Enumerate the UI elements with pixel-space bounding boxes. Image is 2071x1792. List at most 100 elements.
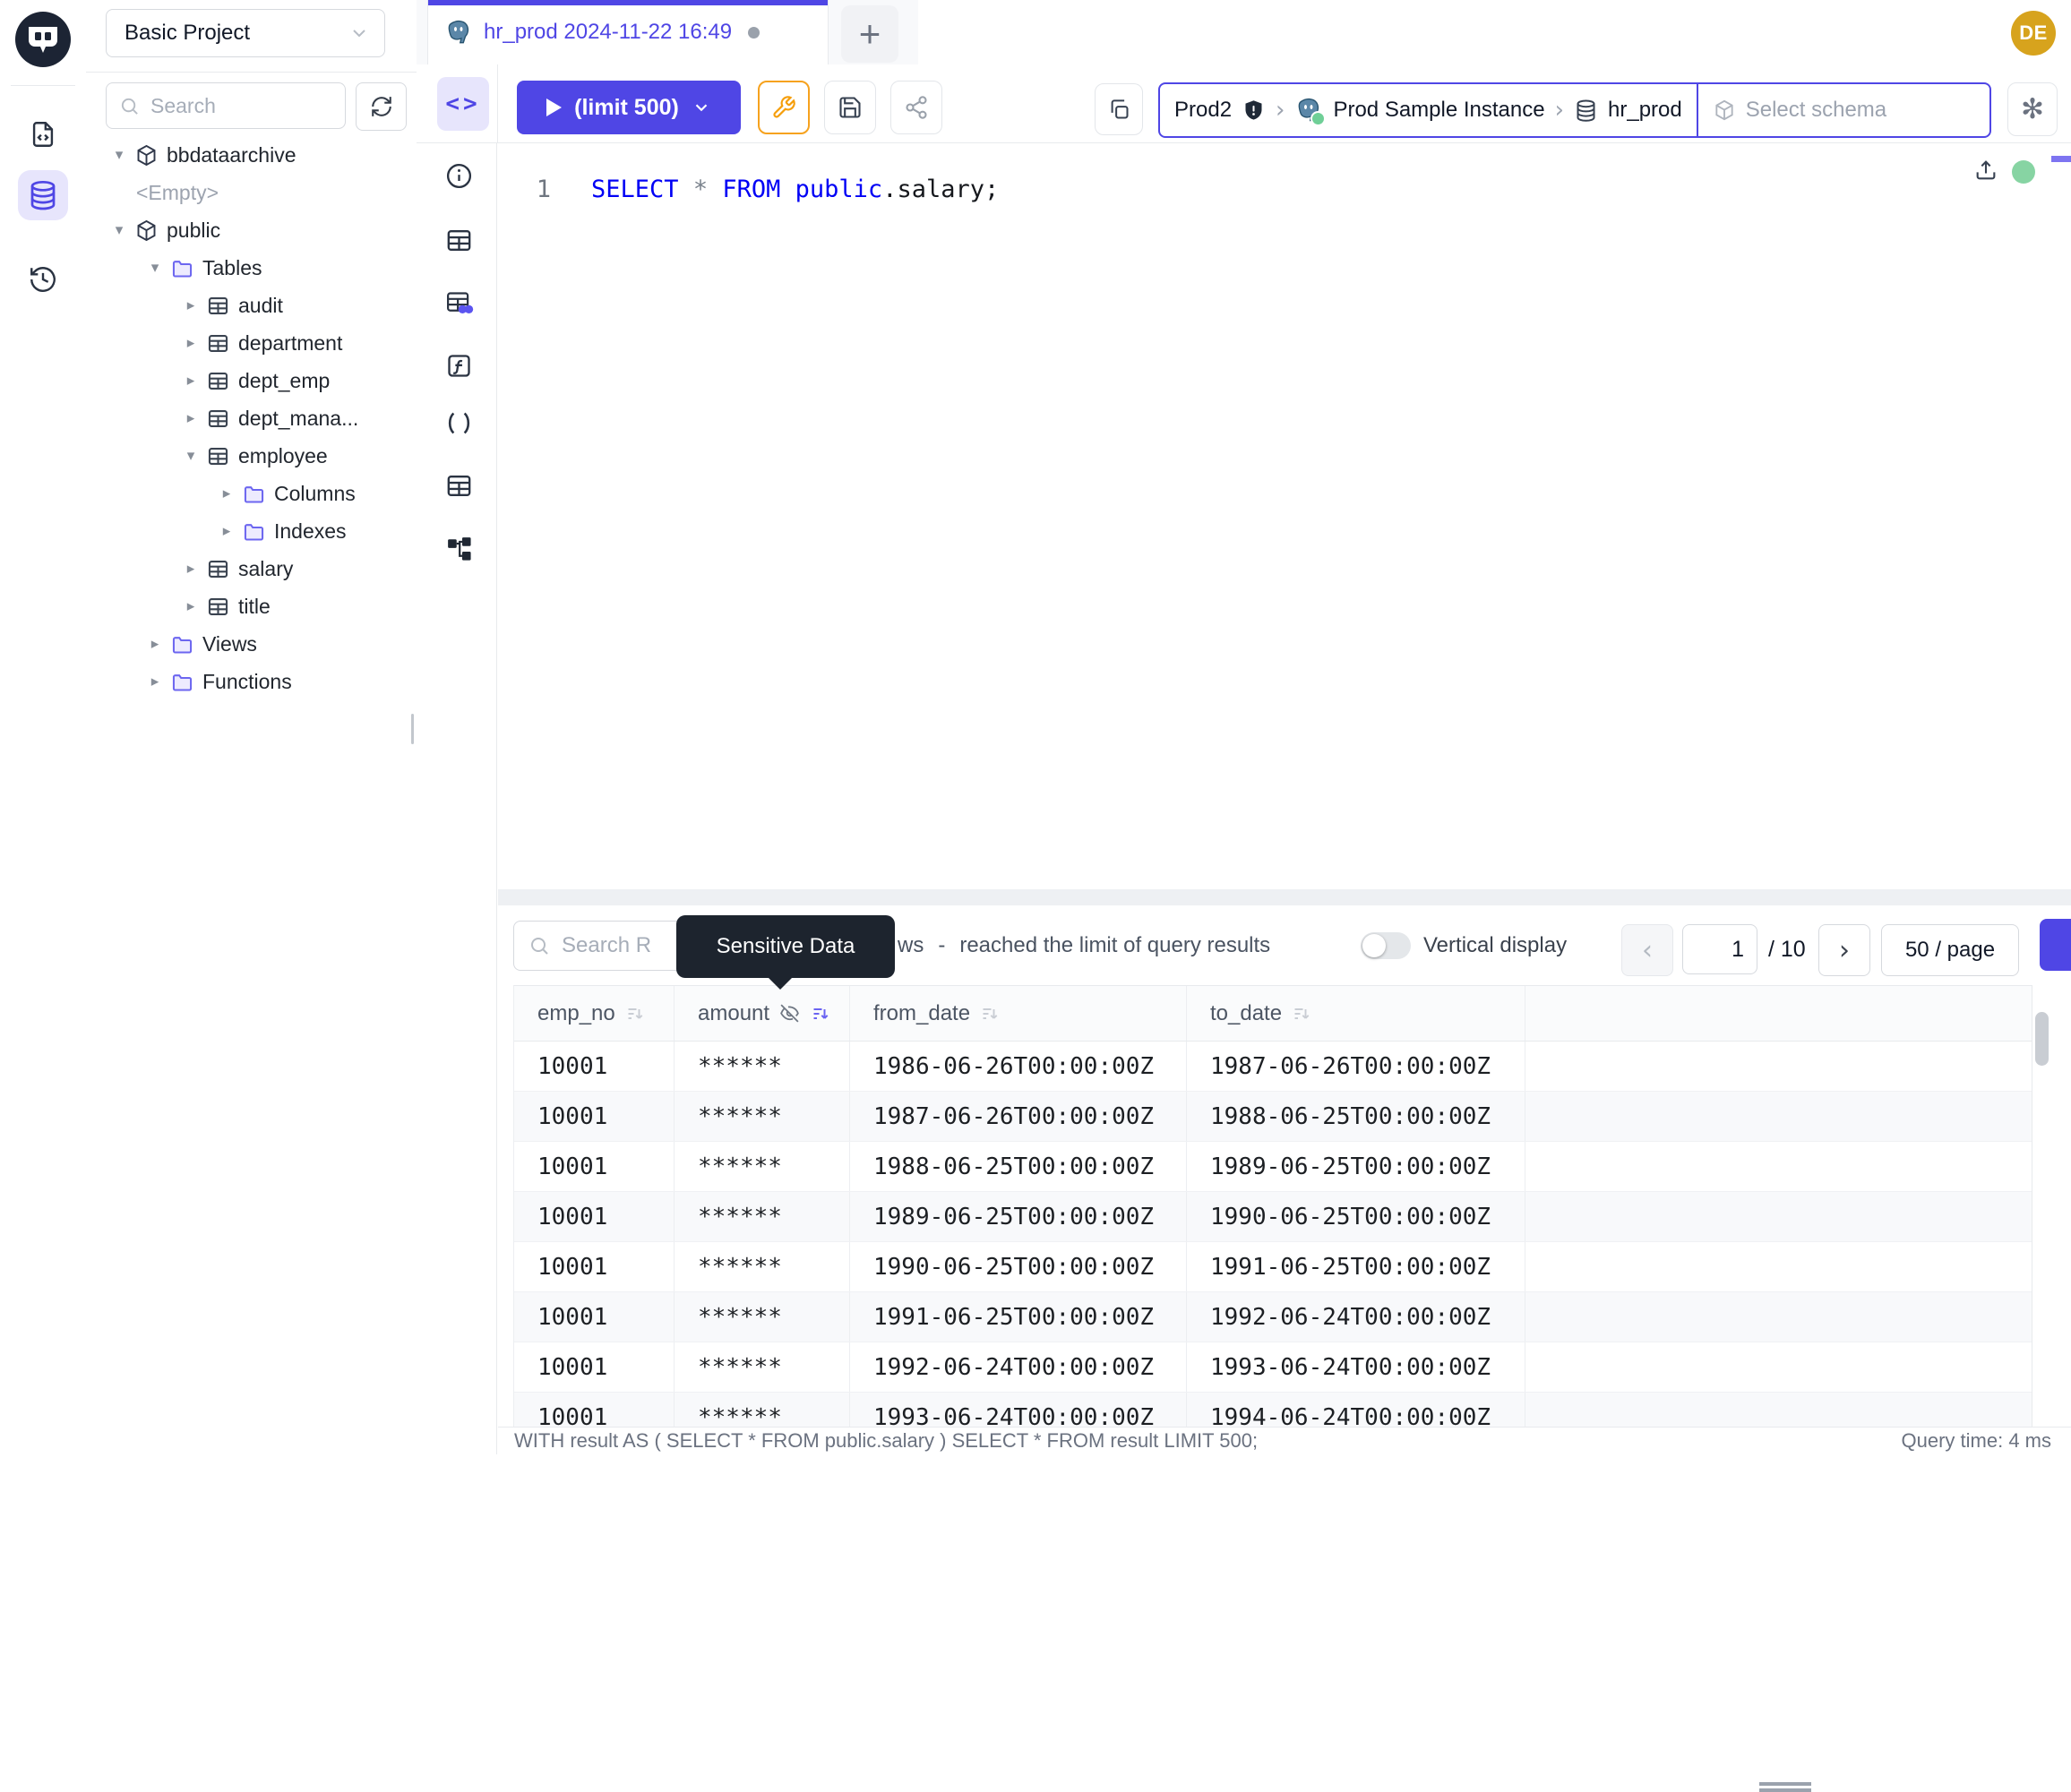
cell-to-date[interactable]: 1989-06-25T00:00:00Z	[1187, 1142, 1525, 1191]
batch-query-button[interactable]	[1095, 83, 1143, 135]
sidebar-resize-handle[interactable]	[411, 714, 414, 744]
cell-emp-no[interactable]: 10001	[514, 1242, 675, 1291]
cell-from-date[interactable]: 1993-06-24T00:00:00Z	[850, 1393, 1187, 1427]
caret-right-icon[interactable]: ▸	[179, 296, 202, 314]
page-size-select[interactable]: 50 / page	[1881, 924, 2019, 976]
tree-item-public[interactable]: ▾ public	[86, 211, 417, 249]
table-panel-icon[interactable]	[444, 471, 474, 501]
tree-item-dept-manager[interactable]: ▸ dept_mana...	[86, 399, 417, 437]
column-header-amount[interactable]: amount	[675, 986, 850, 1041]
cell-emp-no[interactable]: 10001	[514, 1142, 675, 1191]
table-row[interactable]: 10001 ****** 1986-06-26T00:00:00Z 1987-0…	[514, 1042, 2032, 1092]
cell-to-date[interactable]: 1992-06-24T00:00:00Z	[1187, 1292, 1525, 1342]
cell-amount-masked[interactable]: ******	[675, 1242, 850, 1291]
caret-right-icon[interactable]: ▸	[215, 484, 238, 502]
cell-emp-no[interactable]: 10001	[514, 1393, 675, 1427]
settings-wrench-button[interactable]	[758, 81, 810, 134]
table-row[interactable]: 10001 ****** 1993-06-24T00:00:00Z 1994-0…	[514, 1393, 2032, 1427]
splitter-handle[interactable]	[1759, 1782, 1811, 1786]
table-row[interactable]: 10001 ****** 1988-06-25T00:00:00Z 1989-0…	[514, 1142, 2032, 1192]
table-row[interactable]: 10001 ****** 1990-06-25T00:00:00Z 1991-0…	[514, 1242, 2032, 1292]
splitter-handle[interactable]	[1759, 1788, 1811, 1792]
prev-page-button[interactable]: ‹	[1621, 924, 1673, 976]
caret-right-icon[interactable]: ▸	[179, 334, 202, 352]
caret-down-icon[interactable]: ▾	[107, 221, 131, 239]
cell-emp-no[interactable]: 10001	[514, 1092, 675, 1141]
instance-name[interactable]: Prod Sample Instance	[1333, 98, 1544, 123]
vertical-display-toggle[interactable]	[1361, 932, 1411, 959]
cell-amount-masked[interactable]: ******	[675, 1142, 850, 1191]
code-panel-toggle-icon[interactable]: <>	[437, 77, 489, 131]
tree-item-bbdataarchive[interactable]: ▾ bbdataarchive	[86, 136, 417, 174]
tree-item-department[interactable]: ▸ department	[86, 324, 417, 362]
tree-item-employee[interactable]: ▾ employee	[86, 437, 417, 475]
database-name[interactable]: hr_prod	[1608, 98, 1682, 123]
cell-emp-no[interactable]: 10001	[514, 1042, 675, 1091]
column-header-emp-no[interactable]: emp_no	[514, 986, 675, 1041]
tab-hr-prod[interactable]: hr_prod 2024-11-22 16:49	[427, 0, 829, 64]
caret-right-icon[interactable]: ▸	[179, 560, 202, 578]
sort-icon[interactable]	[624, 1003, 646, 1025]
select-schema[interactable]: Select schema	[1698, 98, 1901, 123]
table-panel-icon[interactable]	[444, 226, 474, 255]
next-page-button[interactable]: ›	[1818, 924, 1870, 976]
cell-to-date[interactable]: 1991-06-25T00:00:00Z	[1187, 1242, 1525, 1291]
cell-amount-masked[interactable]: ******	[675, 1292, 850, 1342]
cell-amount-masked[interactable]: ******	[675, 1192, 850, 1241]
toggle-knob[interactable]	[1362, 934, 1386, 957]
sort-icon[interactable]	[1291, 1003, 1312, 1025]
cell-from-date[interactable]: 1989-06-25T00:00:00Z	[850, 1192, 1187, 1241]
caret-right-icon[interactable]: ▸	[179, 372, 202, 390]
tree-item-dept-emp[interactable]: ▸ dept_emp	[86, 362, 417, 399]
info-icon[interactable]	[444, 161, 474, 191]
table-row[interactable]: 10001 ****** 1989-06-25T00:00:00Z 1990-0…	[514, 1192, 2032, 1242]
cell-to-date[interactable]: 1990-06-25T00:00:00Z	[1187, 1192, 1525, 1241]
cell-emp-no[interactable]: 10001	[514, 1342, 675, 1392]
avatar[interactable]: DE	[2011, 11, 2056, 56]
tree-item-salary[interactable]: ▸ salary	[86, 550, 417, 587]
sort-icon-active[interactable]	[810, 1003, 831, 1025]
cell-from-date[interactable]: 1986-06-26T00:00:00Z	[850, 1042, 1187, 1091]
ai-assistant-button[interactable]: ✻	[2007, 82, 2058, 136]
caret-right-icon[interactable]: ▸	[179, 409, 202, 427]
export-button[interactable]	[2040, 919, 2071, 971]
new-tab-button[interactable]: +	[841, 5, 898, 63]
table-row[interactable]: 10001 ****** 1991-06-25T00:00:00Z 1992-0…	[514, 1292, 2032, 1342]
caret-down-icon[interactable]: ▾	[107, 146, 131, 164]
cell-from-date[interactable]: 1991-06-25T00:00:00Z	[850, 1292, 1187, 1342]
tree-item-functions[interactable]: ▸ Functions	[86, 663, 417, 700]
function-icon[interactable]	[444, 351, 474, 381]
column-header-from-date[interactable]: from_date	[850, 986, 1187, 1041]
cell-emp-no[interactable]: 10001	[514, 1192, 675, 1241]
table-row[interactable]: 10001 ****** 1992-06-24T00:00:00Z 1993-0…	[514, 1342, 2032, 1393]
project-selector[interactable]: Basic Project	[106, 9, 385, 57]
cell-from-date[interactable]: 1988-06-25T00:00:00Z	[850, 1142, 1187, 1191]
cell-from-date[interactable]: 1990-06-25T00:00:00Z	[850, 1242, 1187, 1291]
caret-down-icon[interactable]: ▾	[179, 447, 202, 465]
tree-item-tables[interactable]: ▾ Tables	[86, 249, 417, 287]
refresh-schema-button[interactable]	[356, 82, 407, 131]
upload-icon[interactable]	[1973, 158, 1998, 183]
parentheses-icon[interactable]	[444, 408, 474, 438]
save-button[interactable]	[824, 81, 876, 134]
cell-from-date[interactable]: 1992-06-24T00:00:00Z	[850, 1342, 1187, 1392]
cell-from-date[interactable]: 1987-06-26T00:00:00Z	[850, 1092, 1187, 1141]
environment-name[interactable]: Prod2	[1174, 98, 1232, 123]
history-icon[interactable]	[18, 254, 68, 304]
data-masking-icon[interactable]	[444, 288, 474, 318]
sql-editor[interactable]	[498, 143, 2071, 889]
caret-down-icon[interactable]: ▾	[143, 259, 167, 277]
cell-emp-no[interactable]: 10001	[514, 1292, 675, 1342]
cell-to-date[interactable]: 1988-06-25T00:00:00Z	[1187, 1092, 1525, 1141]
schema-diagram-icon[interactable]	[444, 534, 474, 563]
caret-right-icon[interactable]: ▸	[179, 597, 202, 615]
share-button[interactable]	[890, 81, 942, 134]
run-query-button[interactable]: (limit 500)	[517, 81, 741, 134]
cell-amount-masked[interactable]: ******	[675, 1342, 850, 1392]
database-panel-icon[interactable]	[18, 170, 68, 220]
connection-breadcrumb[interactable]: Prod2 › Prod Sample Instance › hr_prod S…	[1158, 82, 1991, 138]
caret-right-icon[interactable]: ▸	[143, 673, 167, 690]
panel-splitter[interactable]	[498, 889, 2071, 905]
tree-item-views[interactable]: ▸ Views	[86, 625, 417, 663]
page-number-input[interactable]: 1	[1682, 924, 1757, 974]
